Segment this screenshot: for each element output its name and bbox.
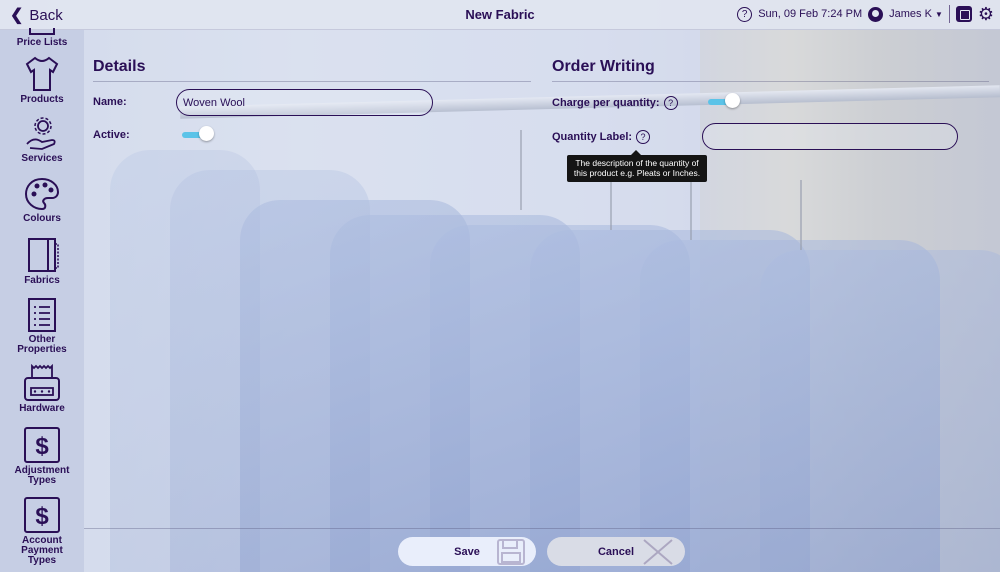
help-icon[interactable]: ?: [663, 96, 678, 110]
svg-text:$: $: [35, 503, 49, 530]
gear-icon[interactable]: ⚙: [978, 5, 994, 23]
sidebar-item-products[interactable]: Products: [0, 55, 84, 105]
sidebar-item-fabrics[interactable]: Fabrics: [0, 236, 84, 286]
sidebar-item-hardware[interactable]: Hardware: [0, 364, 84, 414]
fabric-icon: [28, 238, 59, 272]
cancel-label: Cancel: [597, 545, 635, 558]
quantity-label-label: Quantity Label: ?: [552, 130, 651, 144]
hand-gear-icon: [26, 117, 56, 150]
charge-per-quantity-toggle[interactable]: [708, 93, 740, 108]
cancel-button[interactable]: Cancel: [547, 537, 685, 566]
details-heading: Details: [93, 58, 146, 75]
price-list-icon: [29, 28, 55, 35]
user-name: James K: [889, 8, 932, 20]
window-icon[interactable]: [955, 6, 972, 22]
name-input[interactable]: [176, 89, 433, 116]
charge-per-quantity-label: Charge per quantity: ?: [552, 96, 678, 110]
active-label: Active:: [93, 129, 130, 141]
divider: [948, 5, 950, 23]
palette-icon: [24, 177, 60, 211]
printer-icon: [24, 364, 60, 401]
top-bar: ❮ Back New Fabric ? Sun, 09 Feb 7:24 PM …: [0, 0, 1000, 30]
footer-divider: [84, 528, 1000, 529]
active-toggle[interactable]: [182, 126, 214, 141]
datetime: Sun, 09 Feb 7:24 PM: [758, 8, 863, 20]
dollar-icon: $: [24, 497, 60, 533]
tooltip-line: The description of the quantity of: [575, 158, 699, 168]
floppy-disk-icon: [497, 539, 525, 565]
charge-per-quantity-text: Charge per quantity:: [552, 97, 660, 109]
order-writing-divider: [552, 81, 989, 82]
sidebar-item-colours[interactable]: Colours: [0, 176, 84, 224]
quantity-label-text: Quantity Label:: [552, 131, 633, 143]
user-icon: [868, 6, 884, 22]
close-icon: [643, 539, 673, 565]
tshirt-icon: [25, 56, 59, 91]
sidebar-item-other-properties[interactable]: Other Properties: [0, 297, 84, 355]
details-divider: [93, 81, 531, 82]
help-icon[interactable]: ?: [737, 6, 753, 22]
save-button[interactable]: Save: [398, 537, 536, 566]
sidebar: Price Lists Products Services Colours Fa…: [0, 28, 84, 572]
help-icon[interactable]: ?: [636, 130, 651, 144]
list-icon: [28, 298, 56, 332]
order-writing-heading: Order Writing: [552, 58, 655, 75]
save-label: Save: [454, 545, 480, 558]
back-label: Back: [29, 6, 63, 24]
tooltip-line: this product e.g. Pleats or Inches.: [573, 168, 701, 178]
sidebar-item-services[interactable]: Services: [0, 116, 84, 164]
user-menu[interactable]: James K ▼: [889, 8, 943, 20]
sidebar-item-account-payment-types[interactable]: $ Account Payment Types: [0, 496, 84, 566]
quantity-label-tooltip: The description of the quantity of this …: [567, 150, 707, 182]
back-button[interactable]: ❮ Back: [10, 5, 63, 25]
sidebar-item-adjustment-types[interactable]: $ Adjustment Types: [0, 426, 84, 486]
sidebar-item-price-lists[interactable]: Price Lists: [0, 28, 84, 48]
dollar-icon: $: [24, 427, 60, 463]
chevron-left-icon: ❮: [10, 7, 24, 24]
svg-text:$: $: [35, 433, 49, 460]
name-label: Name:: [93, 96, 127, 108]
quantity-label-input[interactable]: [702, 123, 958, 150]
caret-down-icon: ▼: [934, 9, 943, 19]
